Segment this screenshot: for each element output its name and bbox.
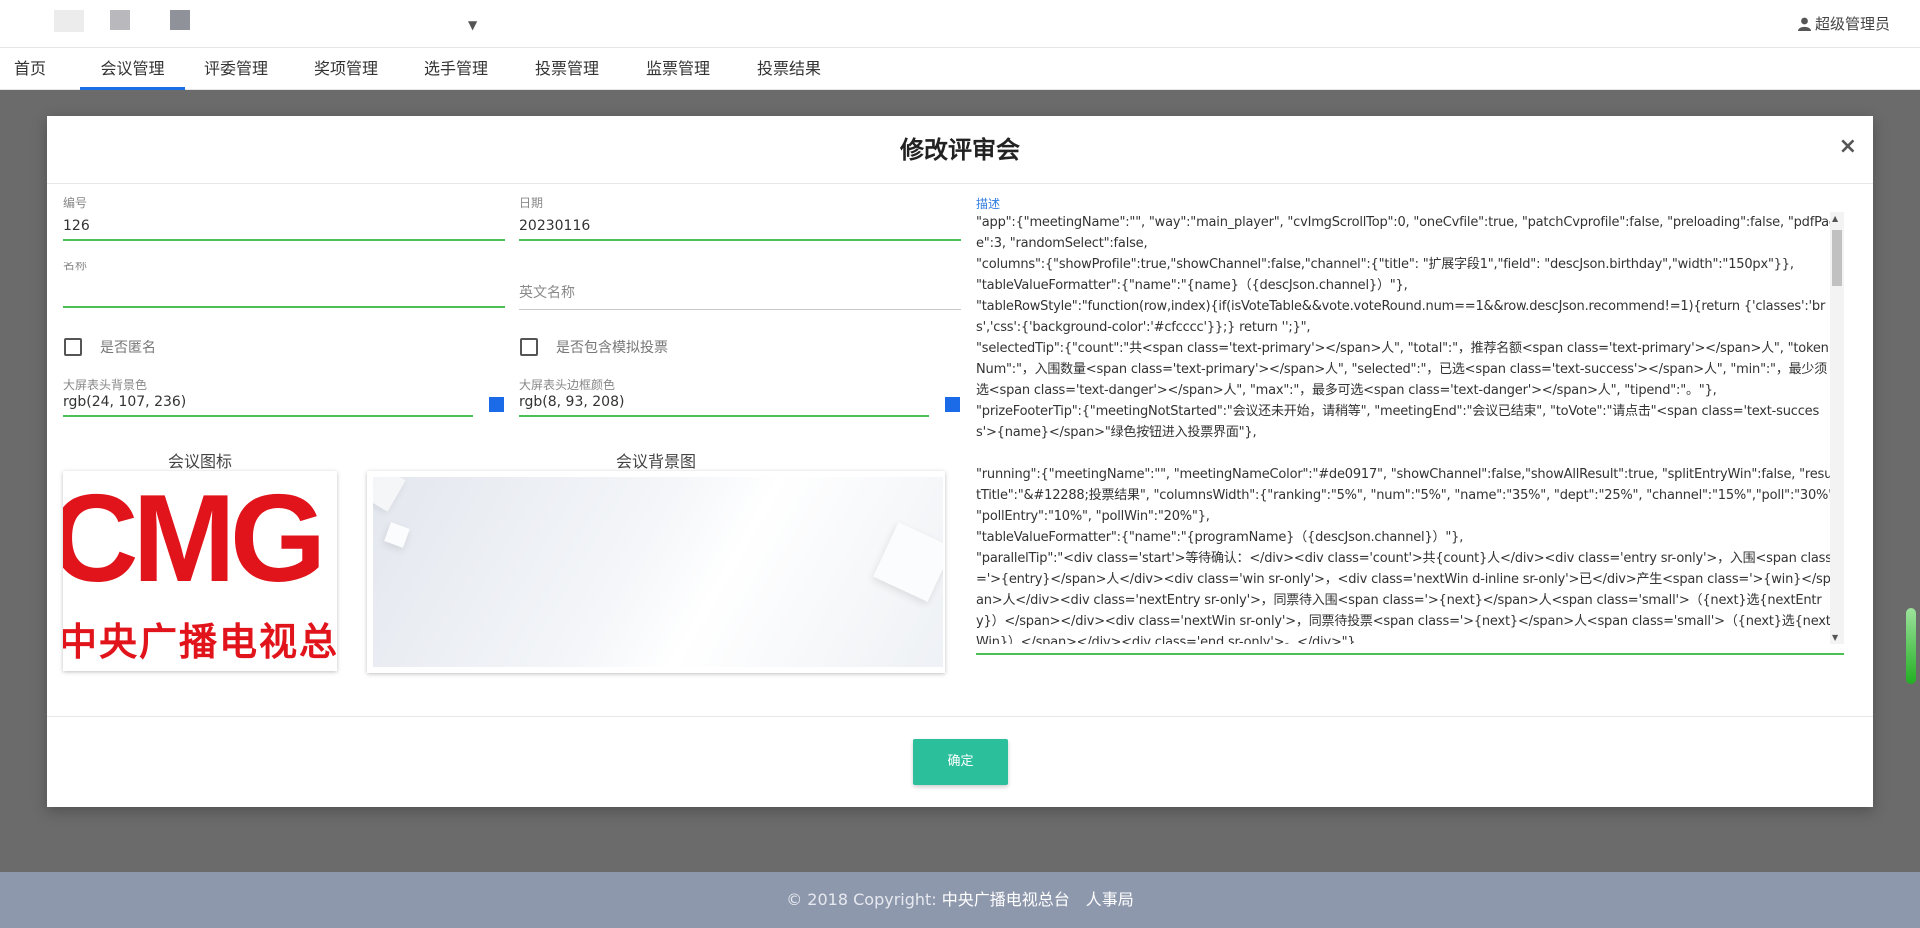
header-border-color-underline [519, 415, 929, 417]
header-border-color-input[interactable]: rgb(8, 93, 208) [519, 394, 624, 410]
mock-vote-label: 是否包含模拟投票 [556, 340, 668, 356]
top-bar: ▼ 超级管理员 [0, 0, 1920, 48]
id-field[interactable]: 编号 126 [63, 194, 505, 244]
nav-item-judge-management[interactable]: 评委管理 [190, 48, 282, 90]
mock-vote-checkbox-row[interactable]: 是否包含模拟投票 [520, 337, 668, 357]
page-scroll-indicator[interactable] [1906, 608, 1916, 684]
scrollbar-thumb[interactable] [1832, 230, 1842, 286]
cmg-logo-latin: CMG [63, 471, 326, 608]
decor-cube-corner [373, 477, 406, 512]
copyright-org: 中央广播电视总台 人事局 [941, 890, 1134, 909]
header-bg-color-input[interactable]: rgb(24, 107, 236) [63, 394, 186, 410]
header-bg-color-label: 大屏表头背景色 [63, 378, 148, 392]
id-input[interactable]: 126 [63, 218, 90, 234]
name-field[interactable]: 名称 [63, 262, 505, 312]
description-label: 描述 [976, 197, 1001, 211]
description-underline [976, 653, 1844, 655]
decor-cube-large [873, 522, 943, 602]
scroll-up-icon[interactable]: ▲ [1832, 214, 1838, 223]
anonymous-label: 是否匿名 [100, 340, 156, 356]
user-icon [1797, 17, 1811, 31]
date-field[interactable]: 日期 20230116 [519, 194, 961, 244]
chevron-down-icon[interactable]: ▼ [468, 18, 477, 32]
description-text[interactable]: "app":{"meetingName":"", "way":"main_pla… [976, 212, 1838, 644]
cmg-logo: CMG 中央广播电视总 [63, 471, 337, 671]
date-label: 日期 [519, 196, 544, 210]
meeting-background-title: 会议背景图 [615, 452, 696, 471]
user-menu[interactable]: 超级管理员 [1797, 13, 1890, 34]
dialog-title: 修改评审会 [900, 136, 1020, 164]
background-thumbnail [373, 477, 943, 667]
nav-item-vote-results[interactable]: 投票结果 [743, 48, 835, 90]
scroll-down-icon[interactable]: ▼ [1832, 633, 1838, 642]
copyright-text: © 2018 Copyright: [786, 890, 942, 909]
dialog-header: 修改评审会 × [47, 116, 1873, 184]
date-input[interactable]: 20230116 [519, 218, 590, 234]
header-border-color-label: 大屏表头边框颜色 [519, 378, 616, 392]
close-icon[interactable]: × [1839, 134, 1857, 159]
decor-cube-small [384, 522, 410, 548]
nav-item-vote-management[interactable]: 投票管理 [521, 48, 613, 90]
cmg-logo-chinese: 中央广播电视总 [63, 620, 337, 664]
id-underline [63, 239, 505, 241]
confirm-button[interactable]: 确定 [913, 739, 1008, 785]
nav-item-meeting-management[interactable]: 会议管理 [80, 48, 185, 90]
id-label: 编号 [63, 196, 88, 210]
english-name-input[interactable]: 英文名称 [519, 282, 575, 302]
dialog-footer-divider [47, 716, 1873, 717]
anonymous-checkbox-row[interactable]: 是否匿名 [64, 337, 156, 357]
mock-vote-checkbox[interactable] [520, 338, 538, 356]
description-textarea[interactable]: "app":{"meetingName":"", "way":"main_pla… [976, 212, 1844, 644]
nav-item-player-management[interactable]: 选手管理 [410, 48, 502, 90]
page-footer: © 2018 Copyright: 中央广播电视总台 人事局 [0, 872, 1920, 928]
english-name-field[interactable]: 英文名称 [519, 282, 961, 312]
header-bg-color-swatch[interactable] [489, 397, 504, 412]
main-nav: 首页 会议管理 评委管理 奖项管理 选手管理 投票管理 监票管理 投票结果 [0, 48, 1920, 90]
description-scrollbar[interactable]: ▲ ▼ [1830, 212, 1844, 644]
nav-item-home[interactable]: 首页 [4, 48, 56, 90]
nav-item-monitor-management[interactable]: 监票管理 [632, 48, 724, 90]
nav-item-award-management[interactable]: 奖项管理 [300, 48, 392, 90]
header-bg-color-field[interactable]: 大屏表头背景色 rgb(24, 107, 236) [63, 376, 505, 426]
date-underline [519, 239, 961, 241]
user-name: 超级管理员 [1814, 15, 1890, 33]
meeting-background-image[interactable] [367, 471, 945, 673]
name-label: 名称 [63, 262, 88, 272]
edit-meeting-dialog: 修改评审会 × 编号 126 日期 20230116 名称 英文名称 是否匿名 … [47, 116, 1873, 807]
english-name-underline [519, 309, 961, 310]
anonymous-checkbox[interactable] [64, 338, 82, 356]
meeting-icon-image[interactable]: CMG 中央广播电视总 [63, 471, 337, 671]
name-underline [63, 306, 505, 308]
meeting-icon-title: 会议图标 [167, 452, 232, 471]
header-border-color-swatch[interactable] [945, 397, 960, 412]
header-bg-color-underline [63, 415, 473, 417]
header-border-color-field[interactable]: 大屏表头边框颜色 rgb(8, 93, 208) [519, 376, 961, 426]
